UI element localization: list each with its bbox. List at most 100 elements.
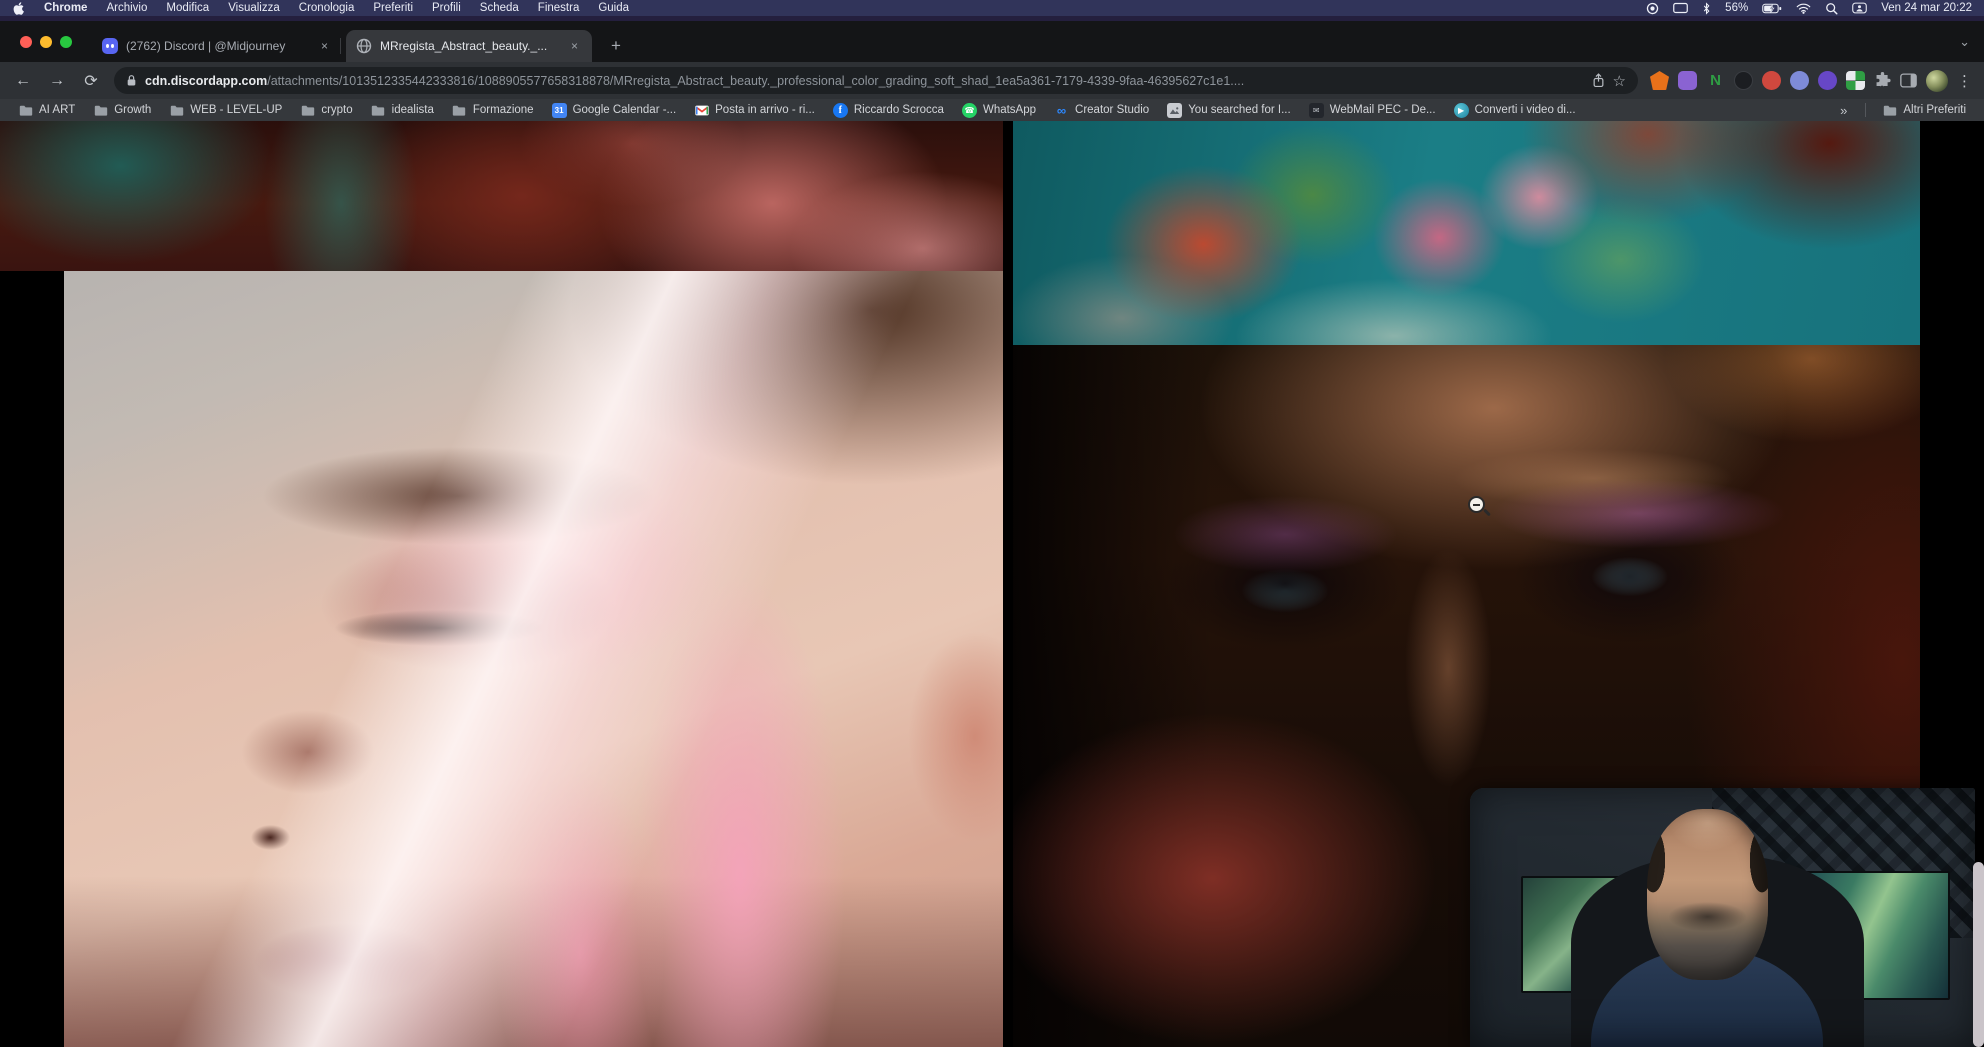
bookmark-gmail[interactable]: Posta in arrivo - ri... [686,101,823,120]
bluetooth-icon[interactable] [1702,2,1711,15]
folder-icon [1882,103,1897,118]
url-text: cdn.discordapp.com/attachments/101351233… [145,74,1584,88]
bookmark-label: WebMail PEC - De... [1330,104,1436,116]
extensions-row: N ⋮ [1650,70,1972,92]
new-tab-button[interactable]: + [604,34,628,58]
tab-title: (2762) Discord | @Midjourney [126,39,309,53]
battery-charging-icon[interactable] [1762,3,1782,14]
menu-finestra[interactable]: Finestra [538,2,580,14]
bookmark-creator-studio[interactable]: ∞ Creator Studio [1046,101,1157,120]
bookmark-google-calendar[interactable]: 31 Google Calendar -... [544,101,685,120]
extension-icon[interactable] [1762,71,1781,90]
bookmarks-overflow-chevron[interactable]: » [1830,103,1857,118]
bookmark-star-icon[interactable]: ☆ [1613,72,1626,90]
bookmark-folder[interactable]: Growth [85,101,159,120]
tab-search-chevron-icon[interactable]: ⌄ [1959,34,1970,50]
display-mirroring-icon[interactable] [1673,2,1688,14]
extension-icon[interactable]: N [1706,71,1725,90]
chrome-toolbar: ← → ⟳ cdn.discordapp.com/attachments/101… [0,62,1984,99]
extension-icon[interactable] [1678,71,1697,90]
discord-favicon [102,38,118,54]
menu-cronologia[interactable]: Cronologia [299,2,355,14]
address-bar[interactable]: cdn.discordapp.com/attachments/101351233… [114,67,1638,94]
tab-close-icon[interactable]: × [567,38,582,54]
tab-image-active[interactable]: MRregista_Abstract_beauty._... × [346,30,592,62]
side-panel-icon[interactable] [1900,73,1917,88]
menu-preferiti[interactable]: Preferiti [373,2,413,14]
bookmark-label: crypto [321,104,352,116]
extension-icon[interactable] [1650,71,1669,90]
folder-icon [300,103,315,118]
bookmark-whatsapp[interactable]: ☎ WhatsApp [954,101,1044,120]
screen-record-icon[interactable] [1646,2,1659,15]
bookmark-folder[interactable]: Formazione [444,101,542,120]
tab-discord[interactable]: (2762) Discord | @Midjourney × [92,30,342,62]
bookmark-label: Posta in arrivo - ri... [715,104,815,116]
bookmark-search-result[interactable]: You searched for I... [1159,101,1299,120]
bookmarks-separator [1865,103,1866,117]
bookmark-label: Growth [114,104,151,116]
scrollbar-thumb[interactable] [1973,862,1984,1047]
bookmark-folder[interactable]: WEB - LEVEL-UP [161,101,290,120]
share-icon[interactable] [1592,73,1605,88]
presenter-webcam-overlay [1470,788,1975,1047]
forward-button[interactable]: → [46,72,68,90]
tab-close-icon[interactable]: × [317,38,332,54]
image-portrait-soft-pink[interactable] [64,271,1003,1047]
spotlight-search-icon[interactable] [1825,2,1838,15]
zoom-out-cursor-icon [1468,496,1485,513]
menu-guida[interactable]: Guida [598,2,629,14]
back-button[interactable]: ← [12,72,34,90]
video-converter-icon: ▶ [1454,103,1469,118]
apple-logo-icon[interactable] [12,1,25,16]
extensions-puzzle-icon[interactable] [1874,72,1891,89]
window-minimize-button[interactable] [40,36,52,48]
tab-title: MRregista_Abstract_beauty._... [380,39,559,53]
bookmark-label: WhatsApp [983,104,1036,116]
folder-icon [169,103,184,118]
photo-icon [1167,103,1182,118]
window-close-button[interactable] [20,36,32,48]
extension-icon[interactable] [1734,71,1753,90]
user-switch-icon[interactable] [1852,2,1867,14]
menu-modifica[interactable]: Modifica [166,2,209,14]
menu-bar-clock[interactable]: Ven 24 mar 20:22 [1881,2,1972,14]
image-fragment-teal-hearts[interactable] [1013,121,1920,345]
bookmark-folder[interactable]: idealista [363,101,442,120]
extension-icon[interactable] [1790,71,1809,90]
extension-icon[interactable] [1818,71,1837,90]
menu-archivio[interactable]: Archivio [106,2,147,14]
facebook-icon: f [833,103,848,118]
bookmark-webmail-pec[interactable]: ✉ WebMail PEC - De... [1301,101,1444,120]
bookmark-label: You searched for I... [1188,104,1291,116]
reload-button[interactable]: ⟳ [80,71,102,91]
lock-icon[interactable] [126,74,137,87]
bookmark-label: Converti i video di... [1475,104,1576,116]
bookmark-label: Google Calendar -... [573,104,677,116]
bookmark-label: WEB - LEVEL-UP [190,104,282,116]
bookmark-video-converter[interactable]: ▶ Converti i video di... [1446,101,1584,120]
window-zoom-button[interactable] [60,36,72,48]
menu-chrome[interactable]: Chrome [44,2,87,14]
bookmark-folder[interactable]: AI ART [10,101,83,120]
menu-scheda[interactable]: Scheda [480,2,519,14]
bookmark-label: AI ART [39,104,75,116]
tab-divider [340,38,341,54]
screen: Chrome Archivio Modifica Visualizza Cron… [0,0,1984,1047]
chrome-menu-kebab-icon[interactable]: ⋮ [1957,72,1972,90]
extension-icon[interactable] [1846,71,1865,90]
bookmark-label: idealista [392,104,434,116]
profile-avatar[interactable] [1926,70,1948,92]
menu-profili[interactable]: Profili [432,2,461,14]
other-bookmarks-folder[interactable]: Altri Preferiti [1874,101,1974,120]
bookmark-folder[interactable]: crypto [292,101,360,120]
bookmark-label: Riccardo Scrocca [854,104,944,116]
bookmark-facebook[interactable]: f Riccardo Scrocca [825,101,952,120]
battery-percent: 56% [1725,2,1748,14]
wifi-icon[interactable] [1796,3,1811,14]
image-fragment-abstract-hair[interactable] [0,121,1003,271]
folder-icon [18,103,33,118]
bookmark-label: Altri Preferiti [1903,104,1966,116]
macos-menu-bar: Chrome Archivio Modifica Visualizza Cron… [0,0,1984,16]
menu-visualizza[interactable]: Visualizza [228,2,280,14]
